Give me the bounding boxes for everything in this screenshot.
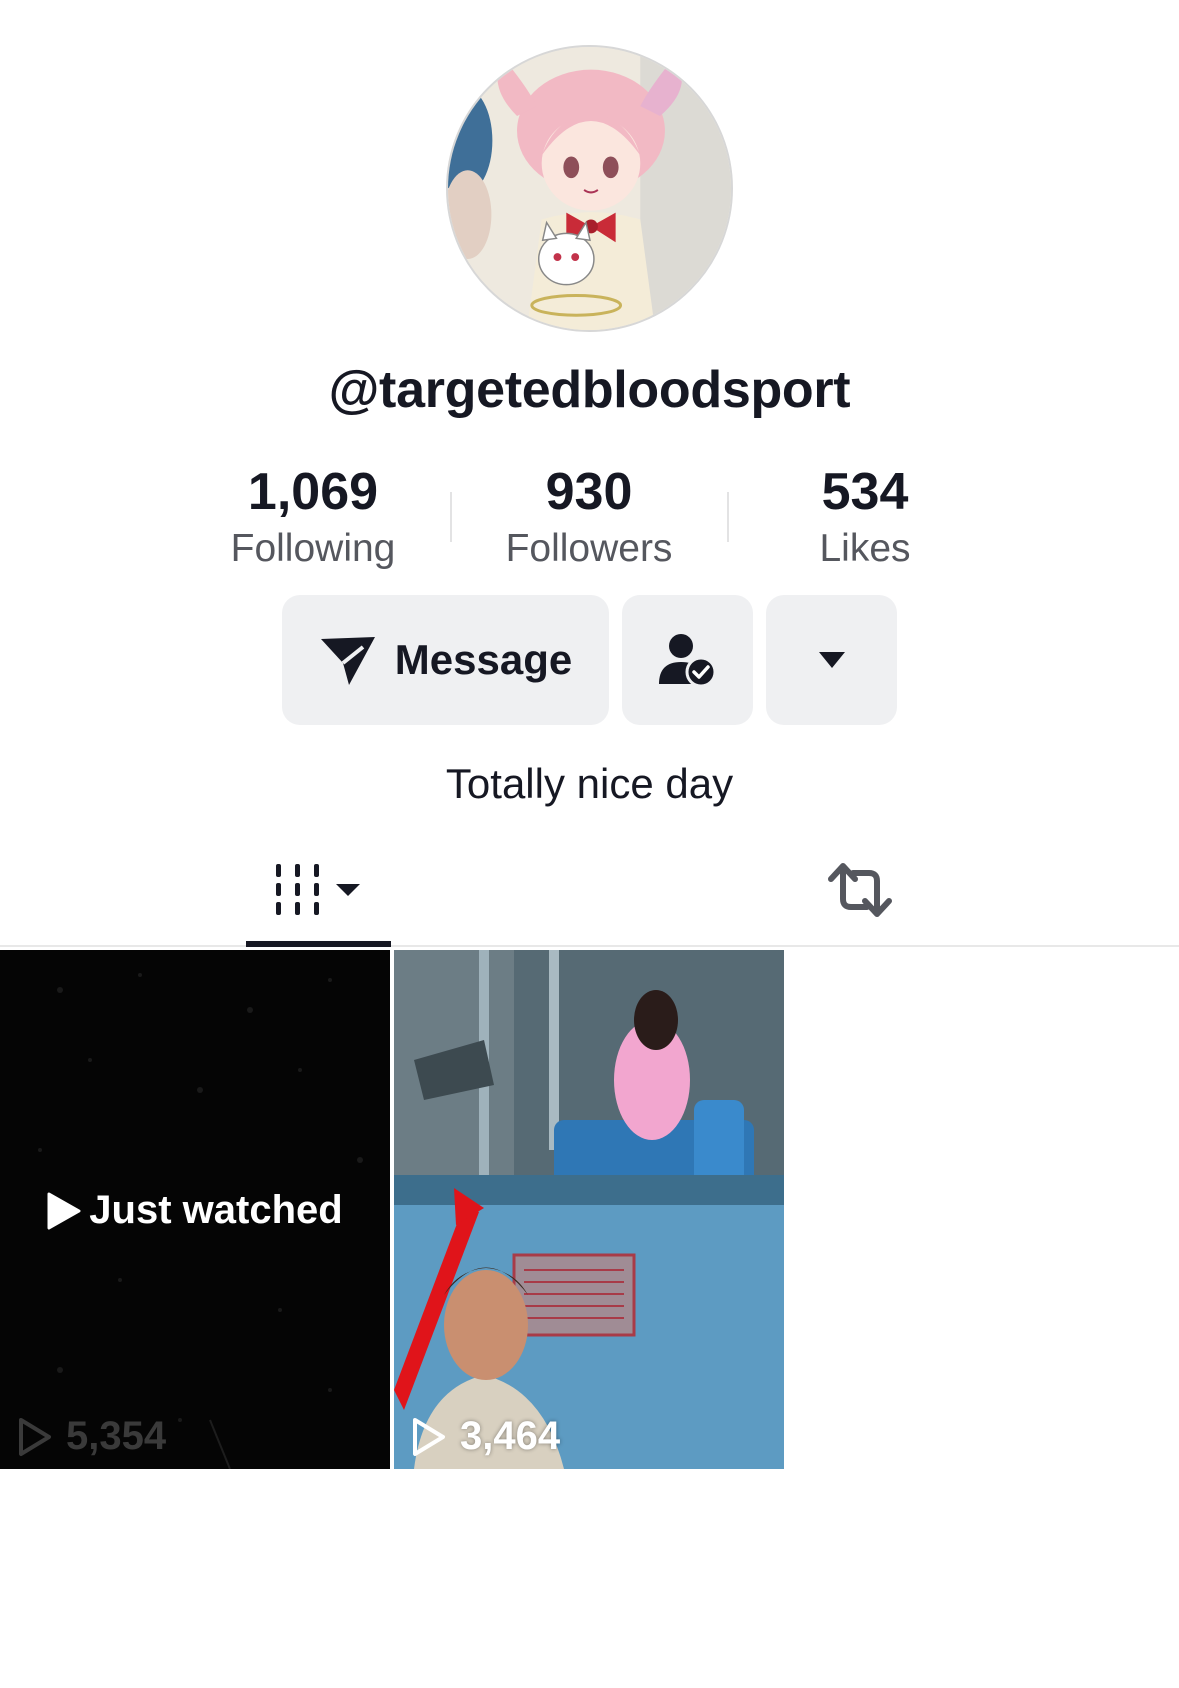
- username: @targetedbloodsport: [328, 361, 851, 419]
- stat-followers[interactable]: 930 Followers: [459, 462, 719, 574]
- following-count: 1,069: [247, 463, 379, 521]
- message-button[interactable]: Message: [282, 595, 609, 725]
- play-icon: [47, 1192, 81, 1229]
- video-thumbnail[interactable]: Just watched 5,354: [0, 950, 390, 1469]
- videos-grid-icon: [275, 864, 360, 915]
- just-watched-label: Just watched: [89, 1188, 343, 1232]
- stats-row: 1,069 Following 930 Followers 534 Likes: [0, 462, 1179, 582]
- play-outline-icon: [413, 1417, 445, 1456]
- likes-count: 534: [821, 463, 909, 521]
- friend-status-button[interactable]: [622, 595, 753, 725]
- likes-label: Likes: [819, 527, 911, 570]
- view-count-value: 5,354: [66, 1414, 167, 1458]
- following-label: Following: [230, 527, 396, 570]
- message-button-label: Message: [394, 636, 573, 683]
- view-count: 3,464: [412, 1414, 560, 1459]
- stat-likes[interactable]: 534 Likes: [735, 462, 995, 574]
- anime-character-avatar-icon: [448, 47, 731, 330]
- content-tabs: [0, 835, 1179, 947]
- bio-text: Totally nice day: [445, 760, 734, 807]
- avatar[interactable]: [446, 45, 733, 332]
- view-count: 5,354: [18, 1414, 166, 1459]
- video-thumbnail-image: [394, 950, 784, 1469]
- repost-icon: [828, 863, 892, 917]
- followers-count: 930: [545, 463, 633, 521]
- tab-videos[interactable]: [246, 835, 391, 945]
- user-check-icon: [658, 634, 716, 688]
- tab-reposts[interactable]: [790, 835, 930, 945]
- profile-page: @targetedbloodsport 1,069 Following 930 …: [0, 0, 1179, 1688]
- view-count-value: 3,464: [460, 1414, 561, 1458]
- profile-actions: Message: [0, 595, 1179, 725]
- stat-divider: [727, 492, 729, 542]
- play-outline-icon: [19, 1417, 51, 1456]
- video-thumbnail[interactable]: 3,464: [394, 950, 784, 1469]
- send-icon: [320, 637, 375, 685]
- more-options-button[interactable]: [766, 595, 897, 725]
- stat-following[interactable]: 1,069 Following: [183, 462, 443, 574]
- stat-divider: [450, 492, 452, 542]
- active-tab-indicator: [246, 941, 391, 947]
- caret-down-icon: [818, 652, 845, 668]
- followers-label: Followers: [505, 527, 673, 570]
- just-watched-badge: Just watched: [0, 1188, 390, 1233]
- video-grid: Just watched 5,354 3,464: [0, 950, 1179, 1470]
